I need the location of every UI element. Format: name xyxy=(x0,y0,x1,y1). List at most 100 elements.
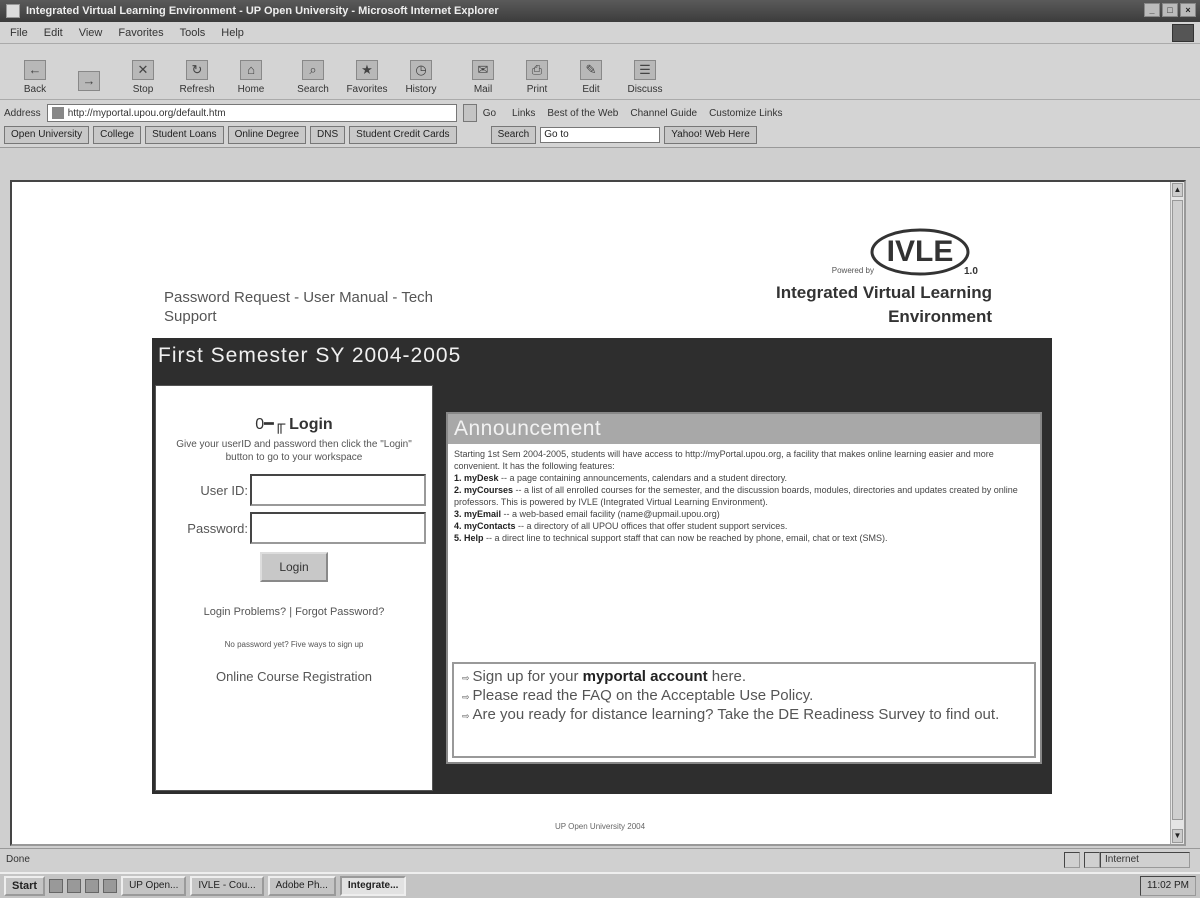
back-button[interactable]: ← Back xyxy=(10,49,60,99)
scroll-up-icon[interactable]: ▲ xyxy=(1172,183,1183,197)
scroll-thumb[interactable] xyxy=(1172,200,1183,820)
favorites-button[interactable]: ★ Favorites xyxy=(342,49,392,99)
toolbar-label: Home xyxy=(237,84,265,95)
quicklaunch-icon[interactable] xyxy=(49,879,64,893)
feature-description: -- a page containing announcements, cale… xyxy=(498,473,788,483)
scroll-down-icon[interactable]: ▼ xyxy=(1172,829,1183,843)
system-tray-clock: 11:02 PM xyxy=(1139,876,1196,896)
search-button[interactable]: Search xyxy=(490,126,537,144)
menu-item-edit[interactable]: Edit xyxy=(44,27,63,39)
feature-description: -- a direct line to technical support st… xyxy=(483,533,888,543)
menu-item-view[interactable]: View xyxy=(79,27,103,39)
mail-button[interactable]: ✉ Mail xyxy=(458,49,508,99)
toolbar-label: Search xyxy=(297,84,329,95)
status-panels xyxy=(1064,852,1100,868)
minimize-button[interactable]: _ xyxy=(1144,3,1160,17)
custom-link-button[interactable]: Student Loans xyxy=(145,126,224,144)
forward-button[interactable]: → xyxy=(64,49,114,99)
announcement-links: ⇨ Sign up for your myportal account here.… xyxy=(452,662,1036,758)
mail-icon: ✉ xyxy=(472,60,494,80)
top-links-line-2[interactable]: Support xyxy=(164,308,217,325)
links-item[interactable]: Customize Links xyxy=(709,108,782,119)
userid-input[interactable] xyxy=(250,474,426,506)
back-arrow-icon: ← xyxy=(24,60,46,80)
custom-link-button[interactable]: College xyxy=(93,126,142,144)
custom-link-button[interactable]: Online Degree xyxy=(227,126,307,144)
main-box: First Semester SY 2004-2005 0━╓ Login Giv… xyxy=(152,338,1052,794)
login-heading: 0━╓ Login xyxy=(255,416,333,433)
edit-button[interactable]: ✎ Edit xyxy=(566,49,616,99)
custom-link-button[interactable]: DNS xyxy=(310,126,346,144)
menu-bar: File Edit View Favorites Tools Help xyxy=(0,22,1200,44)
maximize-button[interactable]: □ xyxy=(1162,3,1178,17)
toolbar-label: Print xyxy=(526,84,548,95)
no-password-link[interactable]: No password yet? Five ways to sign up xyxy=(156,640,432,649)
status-text: Done xyxy=(6,854,30,865)
search-button[interactable]: ⌕ Search xyxy=(288,49,338,99)
refresh-icon: ↻ xyxy=(186,60,208,80)
taskbar-task[interactable]: Adobe Ph... xyxy=(267,876,336,896)
discuss-button[interactable]: ☰ Discuss xyxy=(620,49,670,99)
go-button[interactable]: Go xyxy=(483,108,496,119)
quicklaunch-icon[interactable] xyxy=(67,879,82,893)
announcement-link[interactable]: ⇨ Are you ready for distance learning? Ta… xyxy=(462,706,1026,725)
print-button[interactable]: ⎙ Print xyxy=(512,49,562,99)
address-bar-area: Address http://myportal.upou.org/default… xyxy=(0,100,1200,148)
taskbar-task[interactable]: IVLE - Cou... xyxy=(190,876,264,896)
window-controls: _ □ × xyxy=(1144,3,1196,17)
address-input[interactable]: http://myportal.upou.org/default.htm xyxy=(46,104,457,122)
feature-name: 1. myDesk xyxy=(454,473,499,483)
feature-name: 2. myCourses xyxy=(454,485,514,495)
announcement-title: Announcement xyxy=(448,414,1040,444)
toolbar-label: Discuss xyxy=(627,84,663,95)
address-url: http://myportal.upou.org/default.htm xyxy=(67,107,226,119)
feature-name: 4. myContacts xyxy=(454,521,516,531)
login-button[interactable]: Login xyxy=(260,552,328,582)
links-label: Links xyxy=(512,107,536,119)
address-label: Address xyxy=(4,107,41,119)
window-title-bar: Integrated Virtual Learning Environment … xyxy=(0,0,1200,22)
address-dropdown-button[interactable] xyxy=(462,104,477,122)
arrow-icon: ⇨ xyxy=(462,711,470,721)
home-button[interactable]: ⌂ Home xyxy=(226,49,276,99)
vertical-scrollbar[interactable]: ▲ ▼ xyxy=(1170,182,1184,844)
taskbar-task[interactable]: UP Open... xyxy=(121,876,187,896)
taskbar-task[interactable]: Integrate... xyxy=(339,876,407,896)
links-item[interactable]: Best of the Web xyxy=(547,108,618,119)
menu-item-favorites[interactable]: Favorites xyxy=(118,27,163,39)
quicklaunch-icon[interactable] xyxy=(103,879,118,893)
start-button[interactable]: Start xyxy=(4,876,46,896)
menu-item-help[interactable]: Help xyxy=(221,27,244,39)
announcement-body: Starting 1st Sem 2004-2005, students wil… xyxy=(448,444,1040,638)
userid-label: User ID: xyxy=(200,482,248,498)
announcement-panel: Announcement Starting 1st Sem 2004-2005,… xyxy=(446,412,1042,764)
forward-arrow-icon: → xyxy=(78,71,100,91)
history-button[interactable]: ◷ History xyxy=(396,49,446,99)
top-links: Password Request - User Manual - Tech Su… xyxy=(164,288,534,326)
window-title: Integrated Virtual Learning Environment … xyxy=(26,5,499,17)
yahoo-button[interactable]: Yahoo! Web Here xyxy=(664,126,757,144)
favorites-icon: ★ xyxy=(356,60,378,80)
password-input[interactable] xyxy=(250,512,426,544)
browser-viewport: Password Request - User Manual - Tech Su… xyxy=(10,180,1186,846)
login-problems-link[interactable]: Login Problems? | Forgot Password? xyxy=(156,606,432,618)
stop-button[interactable]: ✕ Stop xyxy=(118,49,168,99)
page-icon xyxy=(51,107,64,119)
toolbar-label: Stop xyxy=(132,84,154,95)
custom-link-button[interactable]: Student Credit Cards xyxy=(349,126,457,144)
top-links-line-1[interactable]: Password Request - User Manual - Tech xyxy=(164,289,433,306)
links-item[interactable]: Channel Guide xyxy=(630,108,697,119)
menu-item-file[interactable]: File xyxy=(10,27,28,39)
announcement-link[interactable]: ⇨ Please read the FAQ on the Acceptable U… xyxy=(462,687,1026,706)
search-input[interactable]: Go to xyxy=(540,127,661,143)
menu-item-tools[interactable]: Tools xyxy=(180,27,206,39)
custom-link-button[interactable]: Open University xyxy=(4,126,90,144)
course-registration-link[interactable]: Online Course Registration xyxy=(156,669,432,684)
announcement-link[interactable]: ⇨ Sign up for your myportal account here. xyxy=(462,668,1026,687)
arrow-icon: ⇨ xyxy=(462,692,470,702)
links-toolbar: Links Best of the Web Channel Guide Custom… xyxy=(512,108,782,119)
close-button[interactable]: × xyxy=(1180,3,1196,17)
quicklaunch-icon[interactable] xyxy=(85,879,100,893)
refresh-button[interactable]: ↻ Refresh xyxy=(172,49,222,99)
password-label: Password: xyxy=(187,520,248,536)
